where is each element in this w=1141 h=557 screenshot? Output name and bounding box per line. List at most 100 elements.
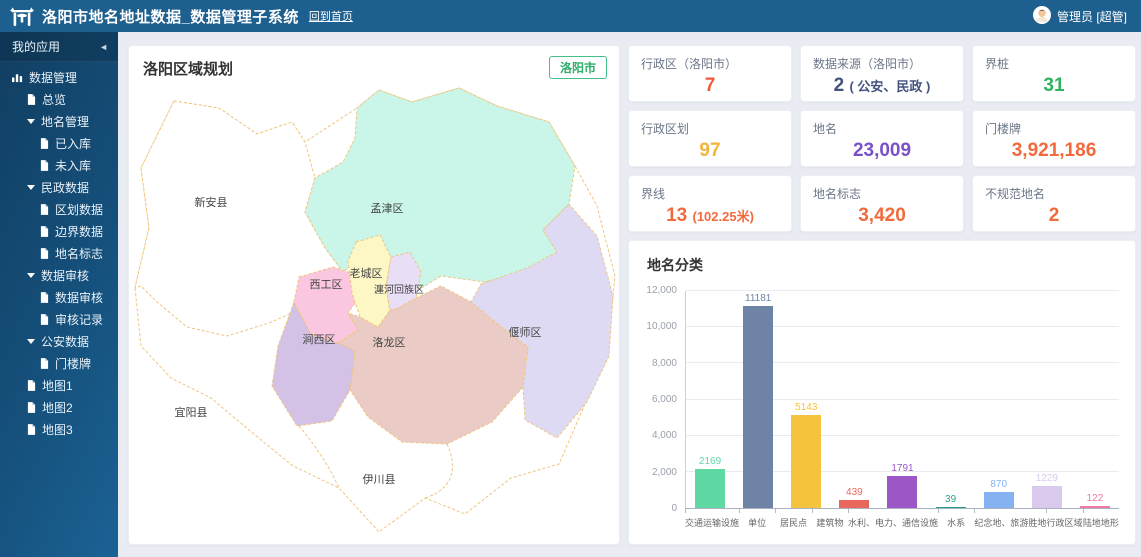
x-tick-label: 水系 <box>947 516 965 529</box>
sidebar-item-label: 数据审核 <box>41 267 89 284</box>
stat-number: 13 <box>666 205 687 226</box>
sidebar-item-label: 审核记录 <box>55 311 103 328</box>
file-icon <box>40 226 49 237</box>
file-icon <box>40 248 49 259</box>
map-label: 西工区 <box>310 279 343 291</box>
user-avatar-icon <box>1033 6 1051 27</box>
stat-number: 23,009 <box>853 140 911 161</box>
bar-value-label: 1791 <box>891 463 913 474</box>
file-icon <box>40 292 49 303</box>
sidebar: 我的应用 ◄ 数据管理 总览 地名管理 已入库 未入库 <box>0 32 118 557</box>
bar-group[interactable]: 1791 <box>878 291 926 508</box>
chart-area: 02,0004,0006,0008,00010,00012,000 2169 <box>639 291 1119 534</box>
file-icon <box>27 380 36 391</box>
x-tick-label: 单位 <box>748 516 766 529</box>
bar-value-label: 122 <box>1087 493 1104 504</box>
bar[interactable] <box>984 492 1014 508</box>
stat-card: 界桩 31 <box>972 45 1136 102</box>
x-axis-labels: 交通运输设施 单位 居民点 <box>685 509 1119 531</box>
sidebar-item-label: 已入库 <box>55 135 91 152</box>
bar-group[interactable]: 39 <box>927 291 975 508</box>
sidebar-item-placename-signs[interactable]: 地名标志 <box>0 242 118 264</box>
sidebar-item-civil-data[interactable]: 民政数据 <box>0 176 118 198</box>
map-region-mengjin[interactable] <box>305 88 575 292</box>
sidebar-item-label: 地图1 <box>42 377 73 394</box>
bar[interactable] <box>936 507 966 508</box>
y-axis-ticks: 02,0004,0006,0008,00010,00012,000 <box>639 291 685 509</box>
caret-down-icon <box>27 273 35 278</box>
bar-group[interactable]: 122 <box>1071 291 1119 508</box>
stat-label: 界桩 <box>985 55 1123 72</box>
file-icon <box>40 138 49 149</box>
bar-value-label: 2169 <box>699 456 721 467</box>
sidebar-section-header[interactable]: 我的应用 ◄ <box>0 32 118 62</box>
bar[interactable] <box>887 476 917 508</box>
y-tick-label: 0 <box>671 503 677 514</box>
sidebar-item-overview[interactable]: 总览 <box>0 88 118 110</box>
city-badge[interactable]: 洛阳市 <box>549 56 607 79</box>
map-panel: 洛阳区域规划 洛阳市 新安县 孟津区 西工区 <box>128 45 620 545</box>
bar[interactable] <box>1080 506 1110 508</box>
bar[interactable] <box>743 306 773 508</box>
sidebar-collapse-icon[interactable]: ◄ <box>99 42 108 52</box>
sidebar-item-not-in-db[interactable]: 未入库 <box>0 154 118 176</box>
sidebar-item-map1[interactable]: 地图1 <box>0 374 118 396</box>
stat-number: 2 <box>1049 205 1060 226</box>
bar-group[interactable]: 439 <box>830 291 878 508</box>
bar-value-label: 39 <box>945 494 956 505</box>
sidebar-item-data-management[interactable]: 数据管理 <box>0 66 118 88</box>
sidebar-item-label: 数据审核 <box>55 289 103 306</box>
bar-group[interactable]: 2169 <box>686 291 734 508</box>
user-menu[interactable]: 管理员 [超管] <box>1033 6 1127 27</box>
map-label: 涧西区 <box>303 333 336 346</box>
file-icon <box>40 160 49 171</box>
x-tick: 交通运输设施 <box>685 509 739 531</box>
bar-group[interactable]: 1229 <box>1023 291 1071 508</box>
bar-value-label: 11181 <box>745 293 771 304</box>
bar[interactable] <box>695 469 725 508</box>
sidebar-item-data-review[interactable]: 数据审核 <box>0 286 118 308</box>
bar-value-label: 870 <box>990 479 1007 490</box>
map-label: 伊川县 <box>363 473 396 486</box>
y-tick-label: 6,000 <box>652 394 677 405</box>
main-content: 洛阳区域规划 洛阳市 新安县 孟津区 西工区 <box>118 32 1141 557</box>
map-panel-title: 洛阳区域规划 <box>143 58 233 79</box>
plot-area: 2169 11181 <box>685 291 1119 509</box>
bar-group[interactable]: 5143 <box>782 291 830 508</box>
stat-card: 行政区划 97 <box>628 110 792 167</box>
x-tick: 陆地地形 <box>1083 509 1119 531</box>
stat-label: 不规范地名 <box>985 185 1123 202</box>
sidebar-item-placename-mgmt[interactable]: 地名管理 <box>0 110 118 132</box>
bar-value-label: 439 <box>846 487 863 498</box>
stat-value: 3,921,186 <box>985 140 1123 162</box>
chart-title: 地名分类 <box>639 255 1119 275</box>
sidebar-item-district-data[interactable]: 区划数据 <box>0 198 118 220</box>
district-map[interactable]: 新安县 孟津区 西工区 老城区 瀍河回族区 涧西区 洛龙区 偃师区 宜阳县 伊川… <box>129 46 620 545</box>
sidebar-item-police-data[interactable]: 公安数据 <box>0 330 118 352</box>
sidebar-item-boundary-data[interactable]: 边界数据 <box>0 220 118 242</box>
x-tick: 单位 <box>739 509 775 531</box>
stat-value: 31 <box>985 75 1123 97</box>
bar[interactable] <box>839 500 869 508</box>
stat-value: 23,009 <box>813 140 951 162</box>
user-name: 管理员 [超管] <box>1057 8 1127 25</box>
sidebar-item-in-db[interactable]: 已入库 <box>0 132 118 154</box>
file-icon <box>40 314 49 325</box>
app-title: 洛阳市地名地址数据_数据管理子系统 <box>42 6 299 27</box>
bar-group[interactable]: 11181 <box>734 291 782 508</box>
sidebar-item-door-plates[interactable]: 门楼牌 <box>0 352 118 374</box>
sidebar-item-review-records[interactable]: 审核记录 <box>0 308 118 330</box>
file-icon <box>40 204 49 215</box>
stat-label: 行政区（洛阳市） <box>641 55 779 72</box>
sidebar-item-map3[interactable]: 地图3 <box>0 418 118 440</box>
bar[interactable] <box>1032 486 1062 508</box>
bar[interactable] <box>791 415 821 508</box>
sidebar-item-review-group[interactable]: 数据审核 <box>0 264 118 286</box>
stats-grid: 行政区（洛阳市） 7 数据来源（洛阳市） 2 ( 公安、民政 ) <box>628 45 1136 232</box>
home-link[interactable]: 回到首页 <box>309 8 353 24</box>
map-region-laocheng[interactable] <box>348 235 391 327</box>
sidebar-item-label: 地图3 <box>42 421 73 438</box>
sidebar-item-label: 地图2 <box>42 399 73 416</box>
bar-group[interactable]: 870 <box>975 291 1023 508</box>
sidebar-item-map2[interactable]: 地图2 <box>0 396 118 418</box>
